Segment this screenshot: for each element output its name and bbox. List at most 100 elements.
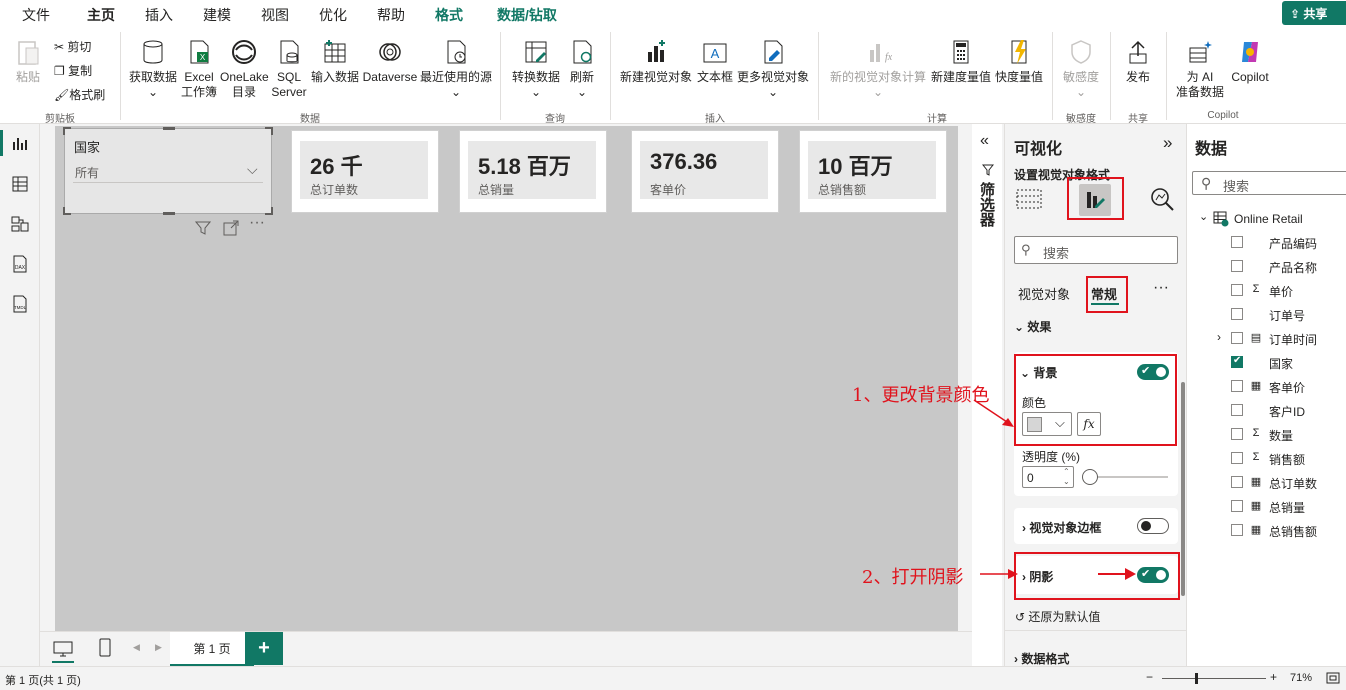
new-measure-button[interactable]: 新建度量值: [930, 38, 992, 85]
tab-modeling[interactable]: 建模: [203, 5, 231, 25]
tab-view[interactable]: 视图: [261, 5, 289, 25]
filter-icon[interactable]: [195, 220, 211, 236]
next-page-icon[interactable]: ▶: [155, 642, 162, 653]
transparency-slider-thumb[interactable]: [1082, 469, 1098, 485]
viz-search-input[interactable]: ⚲ 搜索: [1014, 236, 1178, 264]
field-item[interactable]: ▦ 总订单数: [1231, 474, 1346, 492]
format-painter-button[interactable]: 🖌格式刷: [54, 86, 105, 103]
more-options-icon[interactable]: ···: [249, 214, 265, 232]
build-visual-icon[interactable]: [1015, 186, 1043, 212]
chevron-right-icon[interactable]: ›: [1217, 330, 1221, 344]
table-view-icon[interactable]: [10, 174, 30, 194]
field-item[interactable]: Σ 单价: [1231, 282, 1346, 300]
tmdl-view-icon[interactable]: TMDL: [10, 294, 30, 314]
field-item[interactable]: 产品编码: [1231, 234, 1346, 252]
dataverse-button[interactable]: Dataverse: [362, 38, 418, 85]
add-page-button[interactable]: +: [245, 632, 283, 665]
analytics-icon[interactable]: [1149, 186, 1175, 212]
visual-border-toggle[interactable]: [1137, 518, 1169, 534]
resize-handle[interactable]: [163, 212, 175, 215]
model-view-icon[interactable]: [10, 214, 30, 234]
new-visual-calc-button[interactable]: fx 新的视觉对象计算 ⌄: [828, 38, 928, 100]
copy-button[interactable]: ❐ 复制: [54, 62, 92, 79]
tab-insert[interactable]: 插入: [145, 5, 173, 25]
field-checkbox[interactable]: [1231, 284, 1243, 296]
zoom-slider-thumb[interactable]: [1195, 673, 1198, 684]
field-checkbox[interactable]: ✔: [1231, 355, 1243, 368]
resize-handle[interactable]: [265, 207, 273, 215]
tab-visual[interactable]: 视觉对象: [1018, 284, 1070, 303]
tab-data-drill[interactable]: 数据/钻取: [497, 5, 557, 25]
collapse-right-icon[interactable]: »: [1163, 133, 1172, 153]
page-tab-1[interactable]: 第 1 页: [170, 632, 254, 667]
share-button[interactable]: ⇪ 共享: [1282, 1, 1346, 25]
onelake-button[interactable]: OneLake 目录: [220, 38, 269, 100]
fit-to-page-icon[interactable]: [1326, 671, 1340, 685]
field-checkbox[interactable]: [1231, 500, 1243, 512]
field-checkbox[interactable]: [1231, 236, 1243, 248]
sql-server-button[interactable]: SQL Server: [270, 38, 308, 100]
field-checkbox[interactable]: [1231, 428, 1243, 440]
table-node[interactable]: ⌄ Online Retail: [1199, 210, 1346, 228]
tab-file[interactable]: 文件: [22, 5, 50, 25]
field-checkbox[interactable]: [1231, 332, 1243, 344]
tab-optimize[interactable]: 优化: [319, 5, 347, 25]
data-format-header[interactable]: › 数据格式: [1014, 650, 1069, 667]
field-item[interactable]: Σ 数量: [1231, 426, 1346, 444]
spinner-icon[interactable]: ⌃ ⌄: [1063, 467, 1070, 487]
enter-data-button[interactable]: 输入数据: [310, 38, 360, 85]
field-checkbox[interactable]: [1231, 476, 1243, 488]
cut-button[interactable]: ✂ 剪切: [54, 38, 91, 55]
copilot-button[interactable]: Copilot: [1228, 38, 1272, 85]
zoom-slider-track[interactable]: [1162, 678, 1266, 679]
field-checkbox[interactable]: [1231, 524, 1243, 536]
desktop-layout-icon[interactable]: [52, 640, 74, 658]
collapse-left-icon[interactable]: «: [980, 132, 989, 150]
quick-measure-button[interactable]: 快度量值: [994, 38, 1044, 85]
resize-handle[interactable]: [63, 207, 71, 215]
dax-query-icon[interactable]: DAX: [10, 254, 30, 274]
more-visuals-button[interactable]: 更多视觉对象 ⌄: [737, 38, 809, 100]
focus-mode-icon[interactable]: [223, 220, 239, 236]
field-item[interactable]: Σ 销售额: [1231, 450, 1346, 468]
publish-button[interactable]: 发布: [1120, 38, 1156, 85]
data-search-input[interactable]: ⚲ 搜索: [1192, 171, 1346, 195]
reset-default-button[interactable]: ↺ 还原为默认值: [1015, 608, 1100, 625]
prep-ai-button[interactable]: 为 AI 准备数据: [1174, 38, 1226, 100]
field-checkbox[interactable]: [1231, 308, 1243, 320]
field-item[interactable]: ▦ 客单价: [1231, 378, 1346, 396]
report-view-icon[interactable]: [10, 134, 30, 154]
sensitivity-button[interactable]: 敏感度 ⌄: [1060, 38, 1102, 100]
field-item[interactable]: 产品名称: [1231, 258, 1346, 276]
transparency-slider-track[interactable]: [1088, 476, 1168, 478]
field-checkbox[interactable]: [1231, 452, 1243, 464]
country-slicer[interactable]: 国家 所有 ⌵: [63, 127, 273, 215]
get-data-button[interactable]: 获取数据 ⌄: [127, 38, 179, 100]
new-visual-button[interactable]: 新建视觉对象: [620, 38, 692, 85]
more-options-icon[interactable]: ···: [1153, 279, 1169, 297]
transform-data-button[interactable]: 转换数据 ⌄: [508, 38, 564, 100]
effects-header[interactable]: ⌄ 效果: [1014, 318, 1051, 335]
field-item[interactable]: ▦ 总销售额: [1231, 522, 1346, 540]
zoom-out-button[interactable]: −: [1146, 670, 1153, 684]
field-checkbox[interactable]: [1231, 380, 1243, 392]
recent-sources-button[interactable]: 最近使用的源 ⌄: [418, 38, 494, 100]
kpi-card[interactable]: 376.36 客单价: [631, 130, 779, 213]
kpi-card[interactable]: 5.18 百万 总销量: [459, 130, 607, 213]
refresh-button[interactable]: 刷新 ⌄: [566, 38, 598, 100]
resize-handle[interactable]: [265, 127, 273, 135]
mobile-layout-icon[interactable]: [98, 638, 112, 658]
slicer-dropdown[interactable]: 所有 ⌵: [73, 159, 263, 183]
field-checkbox[interactable]: [1231, 404, 1243, 416]
resize-handle[interactable]: [163, 127, 175, 130]
tab-help[interactable]: 帮助: [377, 5, 405, 25]
field-item[interactable]: ✔ 国家: [1231, 354, 1346, 372]
field-item[interactable]: 订单号: [1231, 306, 1346, 324]
textbox-button[interactable]: A 文本框: [696, 38, 734, 85]
scrollbar-thumb[interactable]: [1181, 382, 1185, 596]
visual-border-header[interactable]: › 视觉对象边框: [1022, 519, 1101, 536]
field-item[interactable]: › ▤ 订单时间: [1217, 330, 1346, 348]
excel-button[interactable]: X Excel 工作簿: [180, 38, 218, 100]
prev-page-icon[interactable]: ◀: [133, 642, 140, 653]
paste-button[interactable]: 粘贴: [10, 38, 46, 85]
